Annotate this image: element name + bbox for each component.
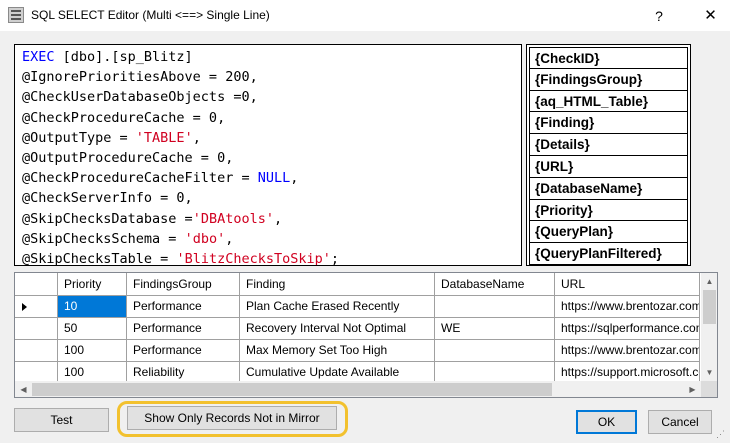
table-cell[interactable] — [435, 296, 555, 318]
sql-string: 'dbo' — [184, 230, 226, 247]
test-button[interactable]: Test — [14, 408, 109, 432]
table-cell[interactable]: Performance — [127, 340, 240, 362]
show-not-in-mirror-button[interactable]: Show Only Records Not in Mirror — [127, 406, 337, 430]
resize-grip-icon[interactable]: ⋰ — [716, 429, 728, 441]
table-row[interactable]: 100 Performance Max Memory Set Too High htt… — [15, 340, 700, 362]
table-cell[interactable]: https://www.brentozar.com — [555, 340, 700, 362]
sql-text: @SkipChecksTable = — [22, 251, 177, 266]
sql-text: @CheckProcedureCache = 0, — [22, 109, 226, 126]
sql-text: , — [225, 230, 234, 247]
results-grid[interactable]: Priority FindingsGroup Finding DatabaseName… — [14, 272, 718, 398]
code-line: @CheckProcedureCacheFilter = NULL, — [22, 168, 514, 188]
column-placeholder-item[interactable]: {URL} — [529, 155, 688, 178]
title-bar: SQL SELECT Editor (Multi <==> Single Lin… — [0, 0, 730, 31]
column-placeholder-item[interactable]: {Details} — [529, 134, 688, 156]
code-line: EXEC [dbo].[sp_Blitz] — [22, 47, 514, 67]
window-title: SQL SELECT Editor (Multi <==> Single Lin… — [31, 8, 270, 22]
sql-string: 'TABLE' — [135, 129, 193, 146]
sql-text: , — [290, 170, 299, 187]
code-line: @IgnorePrioritiesAbove = 200, — [22, 67, 514, 87]
table-cell[interactable]: Performance — [127, 318, 240, 340]
column-placeholder-item[interactable]: {DatabaseName} — [529, 177, 688, 200]
code-line: @OutputType = 'TABLE', — [22, 128, 514, 148]
table-cell[interactable]: WE — [435, 318, 555, 340]
column-placeholder-item[interactable]: {QueryPlanFiltered} — [529, 243, 688, 265]
scroll-left-icon[interactable]: ◀ — [15, 381, 32, 397]
table-cell[interactable]: https://sqlperformance.com — [555, 318, 700, 340]
close-button[interactable]: ✕ — [691, 0, 730, 31]
sql-keyword: NULL — [257, 170, 291, 187]
sql-text: ; — [330, 251, 340, 266]
code-line: @CheckProcedureCache = 0, — [22, 108, 514, 128]
sql-text: @OutputProcedureCache = 0, — [22, 150, 234, 167]
sql-text: [dbo].[sp_Blitz] — [54, 49, 193, 65]
help-button[interactable]: ? — [648, 5, 670, 27]
sql-text: , — [273, 210, 283, 227]
current-row-arrow-icon — [22, 303, 27, 311]
sql-text: @SkipChecksSchema = — [22, 230, 185, 247]
code-line: @SkipChecksSchema = 'dbo', — [22, 229, 514, 249]
row-header-corner — [15, 273, 58, 296]
horizontal-scrollbar[interactable]: ◀ ▶ — [15, 381, 701, 397]
sql-text: @CheckUserDatabaseObjects =0, — [22, 89, 258, 106]
sql-text: @IgnorePrioritiesAbove = 200, — [22, 69, 258, 86]
table-cell[interactable]: https://www.brentozar.com — [555, 296, 700, 318]
column-placeholder-list[interactable]: {CheckID} {FindingsGroup} {aq_HTML_Table}{… — [526, 44, 691, 266]
table-cell[interactable]: 50 — [58, 318, 127, 340]
sql-string: 'DBAtools' — [192, 210, 274, 227]
table-cell[interactable]: 10 — [58, 296, 127, 318]
sql-text: @CheckServerInfo = 0, — [22, 190, 193, 207]
table-cell[interactable] — [435, 340, 555, 362]
column-placeholder-item[interactable]: {FindingsGroup} — [529, 68, 688, 91]
sql-string: 'BlitzChecksToSkip' — [176, 251, 331, 266]
sql-editor[interactable]: EXEC [dbo].[sp_Blitz] @IgnorePrioritiesAb… — [14, 44, 522, 266]
code-line: @CheckServerInfo = 0, — [22, 188, 514, 208]
sql-text: @SkipChecksDatabase = — [22, 210, 193, 227]
app-icon — [8, 7, 24, 23]
code-line: @SkipChecksTable = 'BlitzChecksToSkip'; — [22, 249, 514, 266]
column-header[interactable]: FindingsGroup — [127, 273, 240, 296]
vertical-scrollbar[interactable]: ▲ ▼ — [701, 273, 717, 381]
column-header[interactable]: Priority — [58, 273, 127, 296]
sql-text: @CheckProcedureCacheFilter = — [22, 170, 258, 187]
vertical-scroll-thumb[interactable] — [703, 290, 716, 324]
table-cell[interactable]: Plan Cache Erased Recently — [240, 296, 435, 318]
horizontal-scroll-thumb[interactable] — [32, 383, 552, 396]
scroll-up-icon[interactable]: ▲ — [701, 273, 717, 290]
column-placeholder-item[interactable]: {CheckID} — [529, 47, 688, 69]
column-header[interactable]: URL — [555, 273, 700, 296]
column-header[interactable]: DatabaseName — [435, 273, 555, 296]
column-header[interactable]: Finding — [240, 273, 435, 296]
column-placeholder-item[interactable]: {QueryPlan} — [529, 221, 688, 244]
sql-text: @OutputType = — [22, 129, 136, 146]
scroll-right-icon[interactable]: ▶ — [684, 381, 701, 397]
row-header[interactable] — [15, 340, 58, 362]
table-cell[interactable]: Recovery Interval Not Optimal — [240, 318, 435, 340]
scroll-down-icon[interactable]: ▼ — [701, 364, 717, 381]
table-row[interactable]: 10 Performance Plan Cache Erased Recently h… — [15, 296, 700, 318]
column-placeholder-item[interactable]: {aq_HTML_Table} — [529, 90, 688, 113]
row-header[interactable] — [15, 296, 58, 318]
ok-button[interactable]: OK — [576, 410, 637, 434]
row-header[interactable] — [15, 318, 58, 340]
table-cell[interactable]: Performance — [127, 296, 240, 318]
code-line: @SkipChecksDatabase ='DBAtools', — [22, 209, 514, 229]
sql-text: , — [192, 129, 201, 146]
code-line: @OutputProcedureCache = 0, — [22, 148, 514, 168]
table-cell[interactable]: Max Memory Set Too High — [240, 340, 435, 362]
cancel-button[interactable]: Cancel — [648, 410, 712, 434]
code-line: @CheckUserDatabaseObjects =0, — [22, 87, 514, 107]
scroll-corner — [701, 381, 717, 397]
column-placeholder-item[interactable]: {Priority} — [529, 199, 688, 222]
grid-header-row: Priority FindingsGroup Finding DatabaseName… — [15, 273, 700, 296]
table-row[interactable]: 50 Performance Recovery Interval Not Optim… — [15, 318, 700, 340]
sql-keyword: EXEC — [22, 49, 55, 65]
column-placeholder-item[interactable]: {Finding} — [529, 112, 688, 135]
table-cell[interactable]: 100 — [58, 340, 127, 362]
